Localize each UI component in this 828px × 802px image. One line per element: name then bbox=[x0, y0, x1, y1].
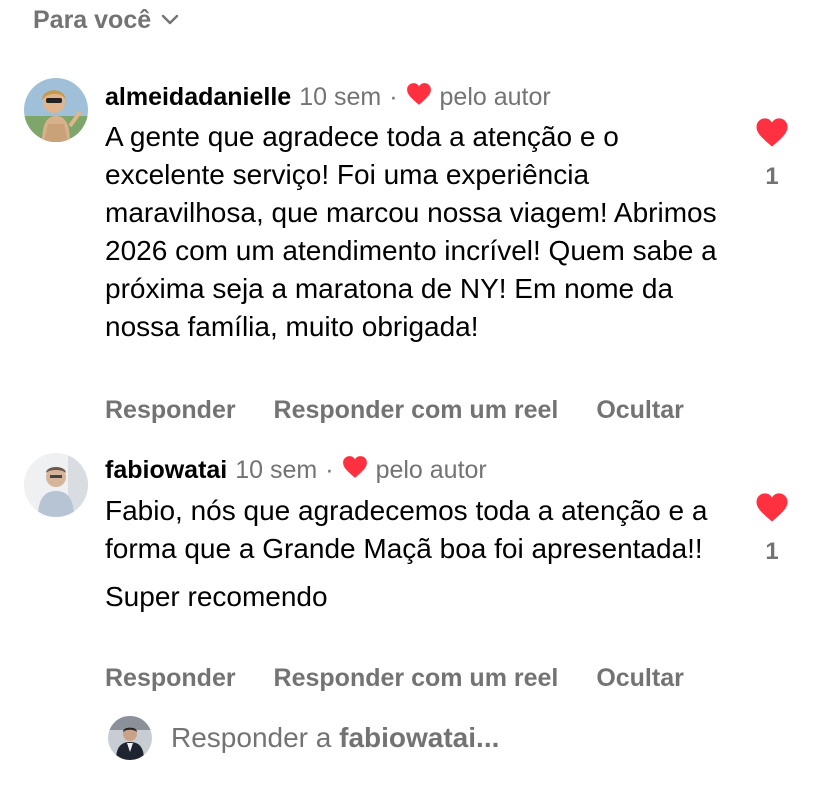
comment-filter-dropdown[interactable]: Para você bbox=[33, 2, 179, 38]
heart-icon bbox=[756, 493, 788, 522]
small-heart-icon bbox=[406, 82, 432, 113]
reply-with-reel-button[interactable]: Responder com um reel bbox=[274, 664, 559, 693]
comment-paragraph: Fabio, nós que agradecemos toda a atençã… bbox=[105, 495, 708, 564]
heart-icon bbox=[756, 118, 788, 147]
comment-time: 10 sem bbox=[299, 82, 382, 111]
filter-label: Para você bbox=[33, 5, 152, 34]
hide-button[interactable]: Ocultar bbox=[596, 664, 684, 693]
comment-paragraph: Super recomendo bbox=[105, 581, 328, 612]
reply-prefix: Responder a bbox=[171, 722, 332, 753]
comment-meta: fabiowatai 10 sem · pelo autor bbox=[105, 452, 487, 488]
reply-button[interactable]: Responder bbox=[105, 664, 236, 693]
like-button[interactable]: 1 bbox=[755, 492, 789, 566]
meta-separator: · bbox=[389, 82, 398, 111]
avatar[interactable] bbox=[24, 78, 88, 142]
like-count: 1 bbox=[765, 538, 779, 565]
reply-button[interactable]: Responder bbox=[105, 396, 236, 425]
reply-placeholder: Responder a fabiowatai... bbox=[171, 722, 499, 754]
comment-paragraph: A gente que agradece toda a atenção e o … bbox=[105, 121, 717, 342]
current-user-avatar bbox=[108, 716, 152, 760]
hide-button[interactable]: Ocultar bbox=[596, 396, 684, 425]
comment-actions: Responder Responder com um reel Ocultar bbox=[105, 664, 715, 698]
comment-username[interactable]: almeidadanielle bbox=[105, 83, 291, 112]
reply-with-reel-button[interactable]: Responder com um reel bbox=[274, 396, 559, 425]
liked-by-author-label: pelo autor bbox=[375, 455, 487, 484]
liked-by-author-label: pelo autor bbox=[439, 82, 551, 111]
comment-meta: almeidadanielle 10 sem · pelo autor bbox=[105, 79, 551, 115]
avatar[interactable] bbox=[24, 453, 88, 517]
meta-separator: · bbox=[325, 455, 334, 484]
reply-input[interactable]: Responder a fabiowatai... bbox=[108, 715, 499, 761]
like-count: 1 bbox=[765, 163, 779, 190]
chevron-down-icon bbox=[161, 14, 179, 25]
reply-target-username: fabiowatai... bbox=[339, 722, 500, 753]
comment-time: 10 sem bbox=[235, 455, 318, 484]
like-button[interactable]: 1 bbox=[755, 117, 789, 191]
comment-actions: Responder Responder com um reel Ocultar bbox=[105, 396, 715, 430]
small-heart-icon bbox=[342, 455, 368, 486]
comment-text: A gente que agradece toda a atenção e o … bbox=[105, 118, 725, 346]
comment-text: Fabio, nós que agradecemos toda a atençã… bbox=[105, 492, 725, 616]
comment-username[interactable]: fabiowatai bbox=[105, 456, 227, 485]
